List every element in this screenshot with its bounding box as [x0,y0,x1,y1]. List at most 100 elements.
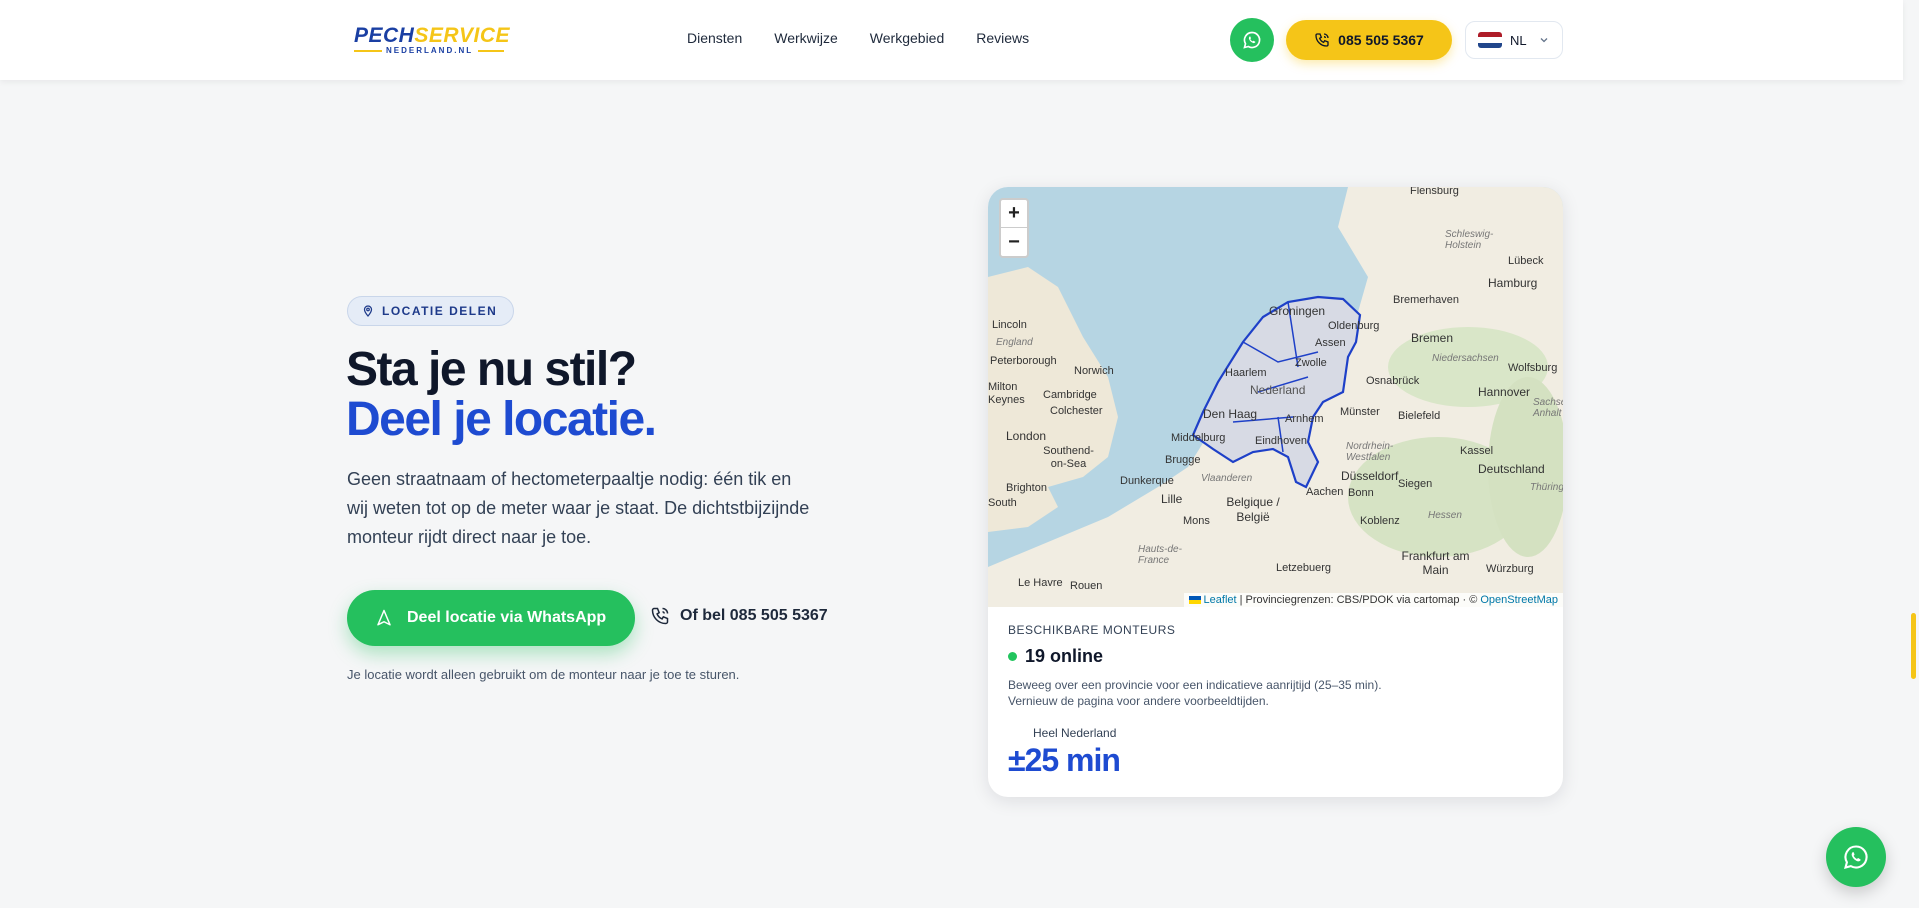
map-label: Düsseldorf [1341,469,1399,483]
map-label: Bonn [1348,487,1374,499]
availability-desc-line1: Beweeg over een provincie voor een indic… [1008,678,1382,692]
online-status-dot [1008,652,1017,661]
floating-whatsapp-button[interactable] [1826,827,1886,887]
share-location-whatsapp-button[interactable]: Deel locatie via WhatsApp [347,590,635,646]
online-count: 19 online [1008,646,1543,667]
map-label: Middelburg [1171,432,1226,444]
language-selector[interactable]: NL [1465,21,1563,59]
zoom-out-button[interactable]: − [1001,228,1027,256]
map-label: Haarlem [1225,367,1267,379]
map-label: Le Havre [1018,577,1063,589]
availability-label: BESCHIKBARE MONTEURS [1008,623,1176,637]
phone-icon [651,607,669,625]
map-label: Norwich [1074,365,1114,377]
nav-reviews[interactable]: Reviews [976,30,1029,46]
map-label: Deutschland [1478,462,1545,476]
attribution-text: | Provinciegrenzen: CBS/PDOK via cartoma… [1239,594,1478,606]
online-count-label: 19 online [1025,646,1104,666]
map-label: Belgique / België [1226,495,1280,524]
map-label: Milton Keynes [988,381,1025,406]
scrollbar-thumb[interactable] [1911,613,1916,679]
logo[interactable]: PECHSERVICE NEDERLAND.NL [354,24,510,55]
map-label: Niedersachsen [1432,353,1499,364]
chevron-down-icon [1540,38,1548,43]
map-label: Schleswig-Holstein [1445,229,1494,251]
nav-werkgebied[interactable]: Werkgebied [870,30,944,46]
phone-header-button[interactable]: 085 505 5367 [1286,20,1452,60]
nav-diensten[interactable]: Diensten [687,30,742,46]
whatsapp-icon [1243,31,1261,49]
map-attribution: Leaflet | Provinciegrenzen: CBS/PDOK via… [1183,593,1563,607]
map-label: Koblenz [1360,515,1400,527]
main-nav: Diensten Werkwijze Werkgebied Reviews [687,30,1029,46]
map-label: Brugge [1165,454,1201,466]
logo-text-service: SERVICE [414,24,511,47]
map-label: Bremerhaven [1393,294,1460,306]
leaflet-link[interactable]: Leaflet [1204,594,1237,606]
nav-werkwijze[interactable]: Werkwijze [774,30,838,46]
map-label: Rouen [1070,580,1103,592]
map-label: Frankfurt am Main [1401,549,1470,577]
logo-line-right [478,50,504,52]
map-label: Den Haag [1203,407,1258,421]
map-label: Thüringen [1530,482,1563,493]
map-label: Lille [1161,492,1183,506]
map-label: Southend-on-Sea [1043,445,1094,470]
map-label: Hamburg [1488,276,1538,290]
map-label: Hauts-de-France [1138,544,1182,566]
phone-icon [1315,33,1329,47]
map-label: England [996,337,1033,348]
share-location-label: Deel locatie via WhatsApp [407,609,607,626]
map-label: Oldenburg [1328,320,1380,332]
availability-description: Beweeg over een provincie voor een indic… [1008,677,1543,709]
map-label: Mons [1183,515,1210,527]
map-label: Aachen [1306,486,1344,498]
map-label: Lincoln [992,319,1027,331]
map-label: Dunkerque [1120,475,1174,487]
map-label: Hannover [1478,385,1531,399]
map-label: Flensburg [1410,187,1459,197]
map-label: Vlaanderen [1201,473,1253,484]
map-label: Bielefeld [1398,410,1441,422]
map-label: Würzburg [1486,563,1534,575]
privacy-note: Je locatie wordt alleen gebruikt om de m… [347,667,740,682]
section-badge: LOCATIE DELEN [347,296,515,326]
map-label: Arnhem [1285,413,1324,425]
map-label: Eindhoven [1255,435,1307,447]
osm-link[interactable]: OpenStreetMap [1480,594,1558,606]
map-label: Osnabrück [1366,375,1420,387]
site-header: PECHSERVICE NEDERLAND.NL Diensten Werkwi… [0,0,1903,80]
whatsapp-header-button[interactable] [1230,18,1274,62]
availability-card: Flensburg Schleswig-Holstein Lübeck Hamb… [988,187,1563,797]
map-label: Nordrhein-Westfalen [1346,441,1394,463]
page-title: Sta je nu stil? [346,343,637,396]
map-label: Peterborough [990,355,1057,367]
availability-info: BESCHIKBARE MONTEURS 19 online Beweeg ov… [1008,623,1543,779]
arrival-time: ±25 min [1008,742,1121,778]
navigation-arrow-icon [377,609,391,626]
location-pin-icon [363,305,373,317]
map-label: Groningen [1269,304,1326,318]
map-label: Siegen [1398,478,1433,490]
map-label: South [988,497,1017,509]
map-label: London [1006,429,1047,443]
whatsapp-icon [1844,845,1868,869]
map-zoom-control: + − [999,198,1029,258]
map[interactable]: Flensburg Schleswig-Holstein Lübeck Hamb… [988,187,1563,607]
lead-text: Geen straatnaam of hectometerpaaltje nod… [347,469,810,547]
region-label: Heel Nederland [1033,726,1117,740]
call-link[interactable]: Of bel 085 505 5367 [650,606,828,626]
logo-line-left [354,50,382,52]
map-label: Bremen [1411,331,1454,345]
map-label: Cambridge [1043,389,1097,401]
logo-text-pech: PECH [354,24,415,47]
page-title-accent: Deel je locatie. [346,393,657,446]
badge-label: LOCATIE DELEN [382,304,498,318]
nl-flag-icon [1478,32,1502,48]
zoom-in-button[interactable]: + [1001,200,1027,228]
map-label: Kassel [1460,445,1494,457]
map-label: Letzebuerg [1276,562,1332,574]
phone-header-label: 085 505 5367 [1338,32,1424,48]
language-label: NL [1510,32,1527,48]
map-label: Assen [1315,337,1346,349]
